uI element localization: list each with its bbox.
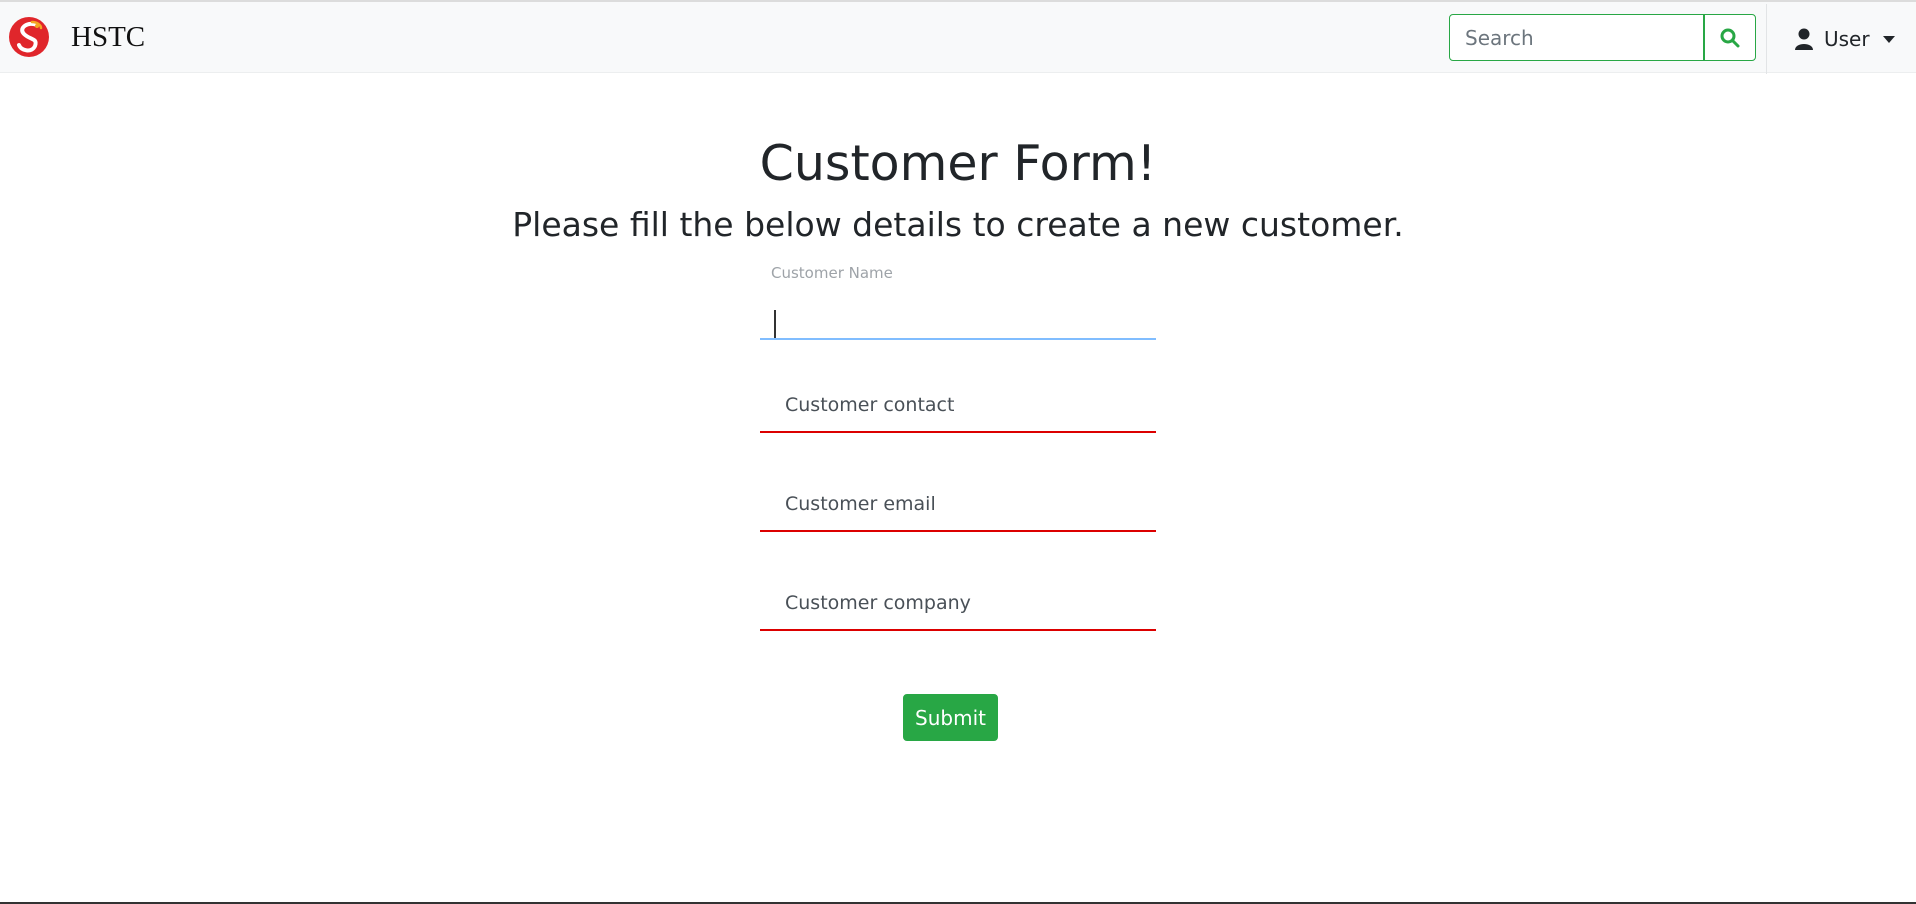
user-menu-label: User: [1824, 27, 1870, 51]
search-icon: [1720, 28, 1740, 47]
user-icon: [1794, 28, 1814, 50]
user-menu-dropdown[interactable]: User: [1794, 22, 1895, 56]
navbar: HSTC User: [0, 2, 1916, 74]
search-button[interactable]: [1704, 14, 1756, 61]
search-input[interactable]: [1449, 14, 1704, 61]
customer-email-field: [760, 478, 1156, 532]
customer-name-field: Customer Name: [760, 264, 1156, 340]
customer-contact-input[interactable]: [760, 379, 1156, 433]
customer-name-input[interactable]: [760, 288, 1156, 340]
brand-logo-icon[interactable]: [8, 16, 50, 58]
page-subtitle: Please fill the below details to create …: [512, 205, 1404, 244]
customer-contact-field: [760, 379, 1156, 433]
customer-email-input[interactable]: [760, 478, 1156, 532]
brand-name[interactable]: HSTC: [71, 19, 145, 55]
customer-name-label: Customer Name: [771, 264, 893, 282]
submit-button[interactable]: Submit: [903, 694, 998, 741]
customer-company-field: [760, 577, 1156, 631]
page-title: Customer Form!: [759, 135, 1157, 192]
text-cursor: [774, 310, 776, 338]
nav-divider: [1766, 4, 1767, 74]
chevron-down-icon: [1882, 36, 1895, 43]
customer-company-input[interactable]: [760, 577, 1156, 631]
